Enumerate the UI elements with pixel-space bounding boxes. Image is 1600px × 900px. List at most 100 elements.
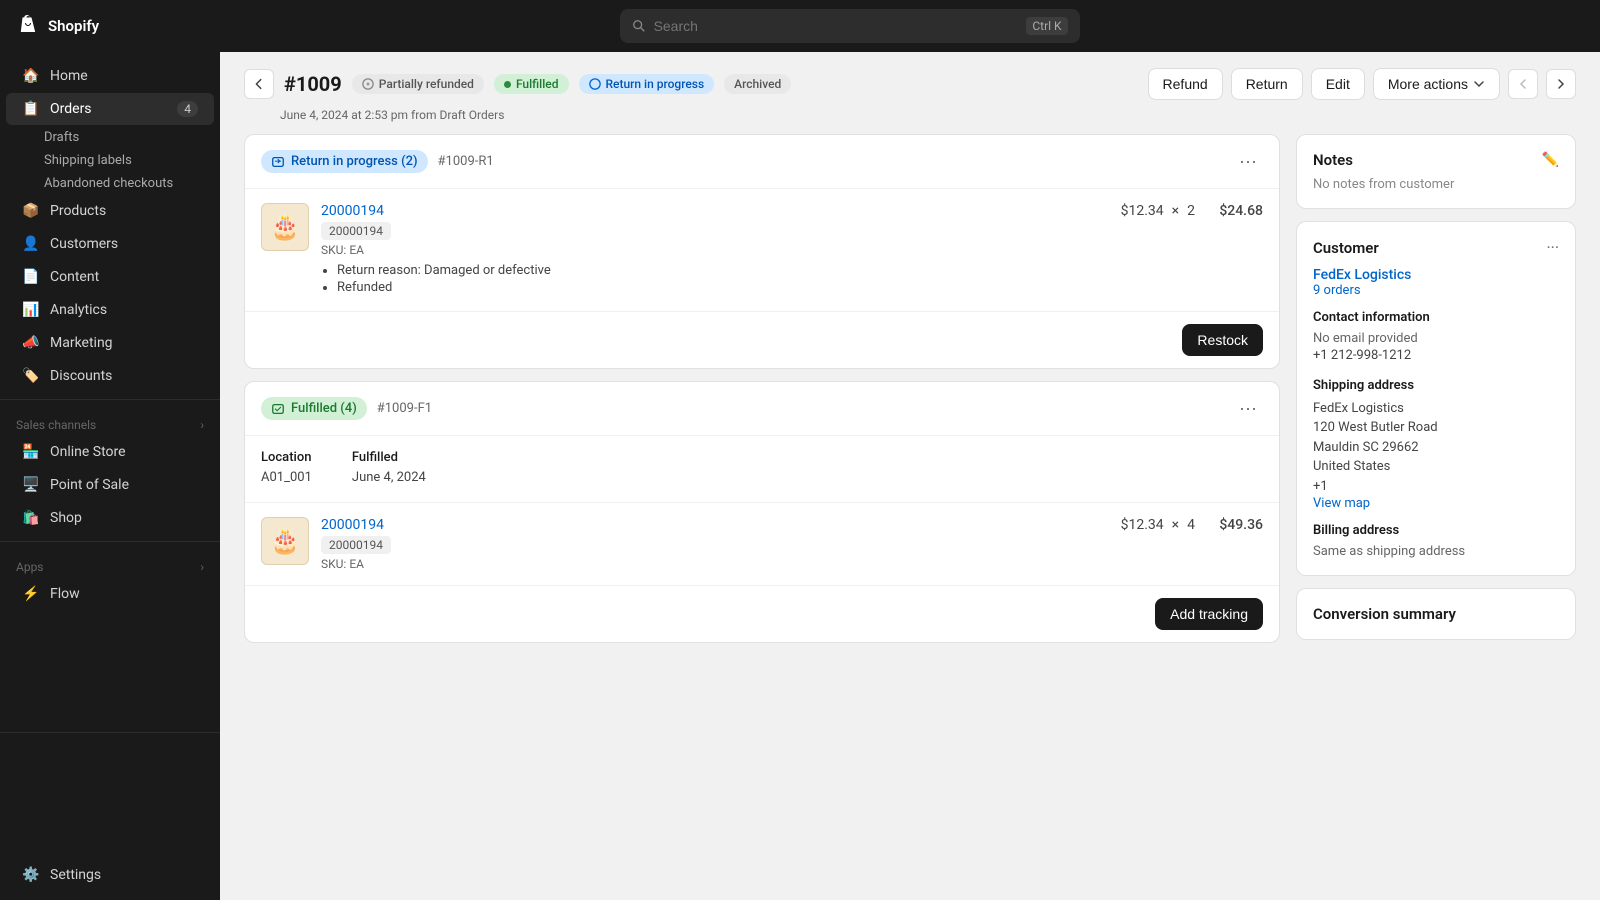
return-product-name[interactable]: 20000194 <box>321 203 1109 219</box>
view-map-link[interactable]: View map <box>1313 496 1559 511</box>
conversion-card: Conversion summary <box>1296 588 1576 640</box>
content-area: Return in progress (2) #1009-R1 ··· 🎂 20… <box>220 134 1600 667</box>
shipping-addr1: 120 West Butler Road <box>1313 418 1559 438</box>
search-input[interactable] <box>654 18 1019 34</box>
location-block: Location A01_001 <box>261 450 312 488</box>
customer-more-menu[interactable]: ··· <box>1546 238 1559 257</box>
fulfilled-product-name[interactable]: 20000194 <box>321 517 1109 533</box>
marketing-icon: 📣 <box>22 334 40 352</box>
edit-button[interactable]: Edit <box>1311 68 1365 100</box>
sales-channels-chevron: › <box>200 418 204 432</box>
return-product-pricing: $12.34 × 2 $24.68 <box>1121 203 1263 219</box>
search-bar[interactable]: Ctrl K <box>620 9 1080 43</box>
notes-text: No notes from customer <box>1313 177 1559 192</box>
notes-edit-icon[interactable]: ✏️ <box>1542 152 1559 168</box>
fulfilled-date-block: Fulfilled June 4, 2024 <box>352 450 426 488</box>
online-store-icon: 🏪 <box>22 443 40 461</box>
fulfilled-card-header: Fulfilled (4) #1009-F1 ··· <box>245 382 1279 436</box>
sidebar: 🏠 Home 📋 Orders 4 Drafts Shipping labels… <box>0 52 220 900</box>
return-product-info: 20000194 20000194 SKU: EA Return reason:… <box>321 203 1109 297</box>
fulfilled-total: $49.36 <box>1203 517 1263 533</box>
prev-order-button[interactable] <box>1508 69 1538 99</box>
sidebar-item-content[interactable]: 📄 Content <box>6 261 214 293</box>
sidebar-label-pos: Point of Sale <box>50 477 129 493</box>
pos-icon: 🖥️ <box>22 476 40 494</box>
customer-orders-link[interactable]: 9 orders <box>1313 283 1559 298</box>
page-header: #1009 Partially refunded Fulfilled Retur… <box>220 52 1600 108</box>
sidebar-item-drafts[interactable]: Drafts <box>0 126 220 149</box>
fulfilled-product-pricing: $12.34 × 4 $49.36 <box>1121 517 1263 533</box>
sidebar-item-analytics[interactable]: 📊 Analytics <box>6 294 214 326</box>
apps-section[interactable]: Apps › <box>0 548 220 578</box>
sidebar-item-shipping-labels[interactable]: Shipping labels <box>0 149 220 172</box>
return-product-badge: 20000194 <box>321 222 391 240</box>
sidebar-item-home[interactable]: 🏠 Home <box>6 60 214 92</box>
return-more-menu[interactable]: ··· <box>1233 149 1263 174</box>
sidebar-label-content: Content <box>50 269 99 285</box>
fulfilled-date: June 4, 2024 <box>352 468 426 488</box>
sidebar-label-products: Products <box>50 203 106 219</box>
fulfilled-price-unit: $12.34 <box>1121 517 1164 533</box>
sidebar-item-shop[interactable]: 🛍️ Shop <box>6 502 214 534</box>
content-icon: 📄 <box>22 268 40 286</box>
customer-title: Customer <box>1313 239 1379 257</box>
sidebar-item-orders[interactable]: 📋 Orders 4 <box>6 93 214 125</box>
return-product-bullets: Return reason: Damaged or defective Refu… <box>337 263 1109 295</box>
sidebar-item-pos[interactable]: 🖥️ Point of Sale <box>6 469 214 501</box>
sales-channels-section[interactable]: Sales channels › <box>0 406 220 436</box>
fulfilled-badge-label: Fulfilled (4) <box>291 401 357 416</box>
return-product-image: 🎂 <box>261 203 309 251</box>
back-button[interactable] <box>244 69 274 99</box>
discounts-icon: 🏷️ <box>22 367 40 385</box>
sidebar-item-products[interactable]: 📦 Products <box>6 195 214 227</box>
fulfilled-more-menu[interactable]: ··· <box>1233 396 1263 421</box>
customers-icon: 👤 <box>22 235 40 253</box>
analytics-icon: 📊 <box>22 301 40 319</box>
return-price-unit: $12.34 <box>1121 203 1164 219</box>
customer-name-link[interactable]: FedEx Logistics <box>1313 267 1559 283</box>
sidebar-item-discounts[interactable]: 🏷️ Discounts <box>6 360 214 392</box>
settings-icon: ⚙️ <box>22 866 40 884</box>
badge-fulfilled: Fulfilled <box>494 74 569 94</box>
apps-label: Apps <box>16 560 44 574</box>
sidebar-label-flow: Flow <box>50 586 80 602</box>
return-product-row: 🎂 20000194 20000194 SKU: EA Return reaso… <box>245 189 1279 311</box>
fulfilled-product-info: 20000194 20000194 SKU: EA <box>321 517 1109 571</box>
more-actions-button[interactable]: More actions <box>1373 68 1500 100</box>
contact-info-title: Contact information <box>1313 310 1559 325</box>
fulfilled-product-image: 🎂 <box>261 517 309 565</box>
restock-button[interactable]: Restock <box>1182 324 1263 356</box>
fulfilled-card: Fulfilled (4) #1009-F1 ··· Location A01_… <box>244 381 1280 643</box>
sidebar-item-customers[interactable]: 👤 Customers <box>6 228 214 260</box>
right-column: Notes ✏️ No notes from customer Customer… <box>1296 134 1576 643</box>
sidebar-item-online-store[interactable]: 🏪 Online Store <box>6 436 214 468</box>
shipping-address-title: Shipping address <box>1313 378 1559 393</box>
home-icon: 🏠 <box>22 67 40 85</box>
return-card-header: Return in progress (2) #1009-R1 ··· <box>245 135 1279 189</box>
return-total: $24.68 <box>1203 203 1263 219</box>
sidebar-item-abandoned-checkouts[interactable]: Abandoned checkouts <box>0 172 220 195</box>
refund-button[interactable]: Refund <box>1148 68 1223 100</box>
shipping-country: United States <box>1313 457 1559 477</box>
page-subtitle: June 4, 2024 at 2:53 pm from Draft Order… <box>220 108 1600 134</box>
next-order-button[interactable] <box>1546 69 1576 99</box>
customer-email: No email provided <box>1313 331 1559 346</box>
fulfilled-times: × <box>1172 517 1179 533</box>
return-button[interactable]: Return <box>1231 68 1303 100</box>
sidebar-label-drafts: Drafts <box>44 130 79 145</box>
sidebar-item-flow[interactable]: ⚡ Flow <box>6 578 214 610</box>
sidebar-item-marketing[interactable]: 📣 Marketing <box>6 327 214 359</box>
sidebar-item-settings[interactable]: ⚙️ Settings <box>6 859 214 891</box>
badge-archived: Archived <box>724 74 791 94</box>
customer-card: Customer ··· FedEx Logistics 9 orders Co… <box>1296 221 1576 576</box>
fulfilled-label: Fulfilled <box>352 450 426 465</box>
orders-icon: 📋 <box>22 100 40 118</box>
add-tracking-button[interactable]: Add tracking <box>1155 598 1263 630</box>
shop-icon: 🛍️ <box>22 509 40 527</box>
sidebar-label-shipping-labels: Shipping labels <box>44 153 132 168</box>
return-product-sku: SKU: EA <box>321 243 1109 257</box>
sidebar-label-shop: Shop <box>50 510 82 526</box>
fulfilled-badge: Fulfilled (4) <box>261 397 367 420</box>
brand-name: shopify <box>48 17 99 35</box>
fulfilled-qty: 4 <box>1187 517 1195 533</box>
